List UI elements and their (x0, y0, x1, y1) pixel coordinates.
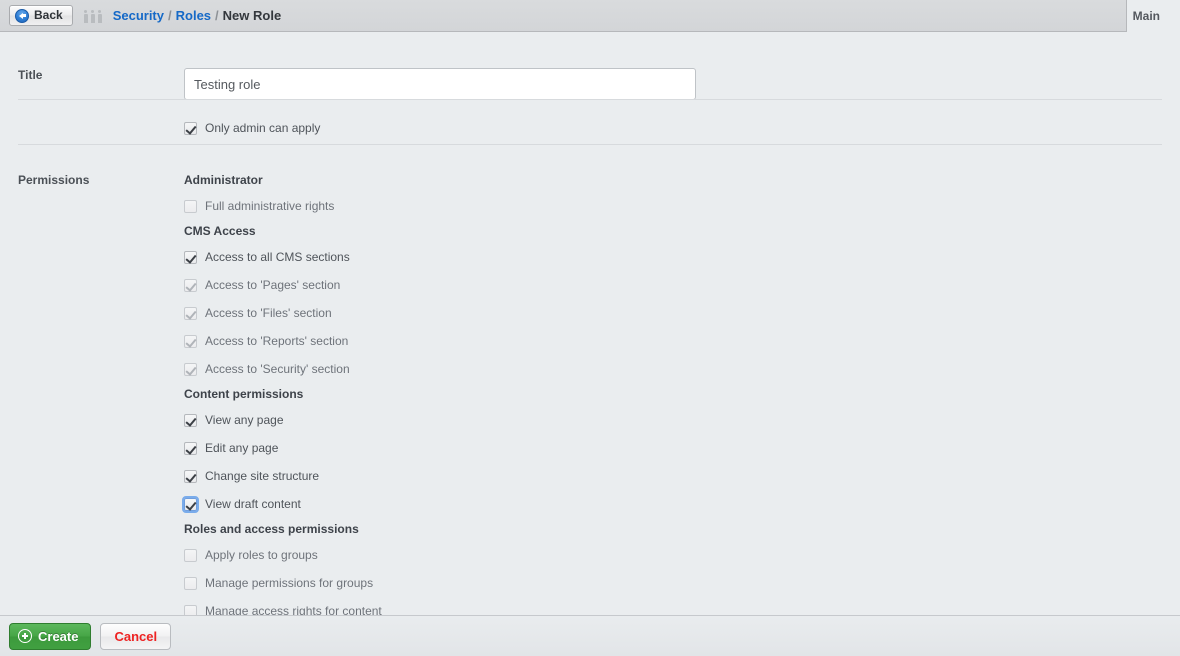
permission-label: Manage access rights for content (205, 604, 382, 615)
group-people-icon (84, 9, 102, 23)
permission-label: Full administrative rights (205, 199, 334, 213)
permission-checkline: Manage access rights for content (184, 601, 382, 615)
permission-checkbox (184, 200, 197, 213)
permission-checkline: Manage permissions for groups (184, 573, 382, 593)
permission-checkline: Access to 'Pages' section (184, 275, 382, 295)
permission-checkbox (184, 335, 197, 348)
create-button[interactable]: Create (9, 623, 91, 650)
permission-checkline: Access to 'Reports' section (184, 331, 382, 351)
breadcrumb: Security/Roles/New Role (113, 8, 281, 23)
tab-bar: Main (1129, 0, 1180, 32)
permission-checkline: View draft content (184, 494, 382, 514)
permission-label: View any page (205, 413, 284, 427)
permission-checkline: Access to 'Security' section (184, 359, 382, 379)
permission-checkbox (184, 577, 197, 590)
permission-group: CMS Access Access to all CMS sections Acce… (184, 224, 382, 379)
permission-checkbox (184, 549, 197, 562)
permission-checkbox[interactable] (184, 442, 197, 455)
plus-circle-icon (18, 629, 32, 643)
breadcrumb-separator: / (164, 8, 176, 23)
breadcrumb-panel: Back Security/Roles/New Role (0, 0, 1127, 32)
back-arrow-icon (15, 9, 29, 23)
permission-label: View draft content (205, 497, 301, 511)
permission-label: Access to 'Pages' section (205, 278, 340, 292)
permission-checkbox (184, 605, 197, 616)
permission-label: Edit any page (205, 441, 278, 455)
only-admin-checkbox[interactable] (184, 122, 197, 135)
permission-checkbox[interactable] (184, 251, 197, 264)
permission-checkbox[interactable] (184, 470, 197, 483)
permissions-groups: Administrator Full administrative rights C… (184, 173, 382, 615)
permission-checkbox (184, 307, 197, 320)
permission-checkline: Apply roles to groups (184, 545, 382, 565)
title-input[interactable] (184, 68, 696, 100)
breadcrumb-current: New Role (223, 8, 282, 23)
permission-checkbox (184, 279, 197, 292)
form-body: Title Only admin can apply Permissions A… (0, 33, 1180, 615)
permission-group-heading: Roles and access permissions (184, 522, 382, 536)
form-row-title: Title (0, 33, 1180, 100)
permission-label: Change site structure (205, 469, 319, 483)
permission-checkline: Access to all CMS sections (184, 247, 382, 267)
footer-action-bar: Create Cancel (0, 615, 1180, 656)
permission-label: Apply roles to groups (205, 548, 318, 562)
permission-group: Administrator Full administrative rights (184, 173, 382, 216)
only-admin-label: Only admin can apply (205, 121, 320, 135)
form-row-permissions: Permissions Administrator Full administra… (0, 145, 1180, 615)
permission-label: Manage permissions for groups (205, 576, 373, 590)
permission-checkline: View any page (184, 410, 382, 430)
permission-group-heading: Administrator (184, 173, 382, 187)
back-button[interactable]: Back (9, 5, 73, 26)
header-bar: Back Security/Roles/New Role Main (0, 0, 1180, 33)
permission-label: Access to all CMS sections (205, 250, 350, 264)
tab-main[interactable]: Main (1129, 9, 1164, 23)
back-button-label: Back (34, 9, 63, 22)
permission-checkbox[interactable] (184, 498, 197, 511)
cancel-button[interactable]: Cancel (100, 623, 171, 650)
permission-label: Access to 'Reports' section (205, 334, 348, 348)
permission-checkbox (184, 363, 197, 376)
cancel-button-label: Cancel (114, 629, 157, 644)
permission-group-heading: Content permissions (184, 387, 382, 401)
permission-group: Roles and access permissions Apply roles … (184, 522, 382, 615)
permission-checkline: Access to 'Files' section (184, 303, 382, 323)
permission-checkbox[interactable] (184, 414, 197, 427)
permission-checkline: Change site structure (184, 466, 382, 486)
breadcrumb-link-security[interactable]: Security (113, 8, 164, 23)
permission-group-heading: CMS Access (184, 224, 382, 238)
form-row-only-admin: Only admin can apply (0, 100, 1180, 145)
permission-label: Access to 'Security' section (205, 362, 350, 376)
permission-checkline: Edit any page (184, 438, 382, 458)
only-admin-checkline: Only admin can apply (184, 118, 320, 138)
create-button-label: Create (38, 629, 78, 644)
permission-checkline: Full administrative rights (184, 196, 382, 216)
permission-label: Access to 'Files' section (205, 306, 332, 320)
breadcrumb-link-roles[interactable]: Roles (176, 8, 211, 23)
permission-group: Content permissions View any page Edit any… (184, 387, 382, 514)
title-field-label: Title (0, 68, 184, 82)
breadcrumb-separator: / (211, 8, 223, 23)
permissions-field-label: Permissions (0, 173, 184, 187)
